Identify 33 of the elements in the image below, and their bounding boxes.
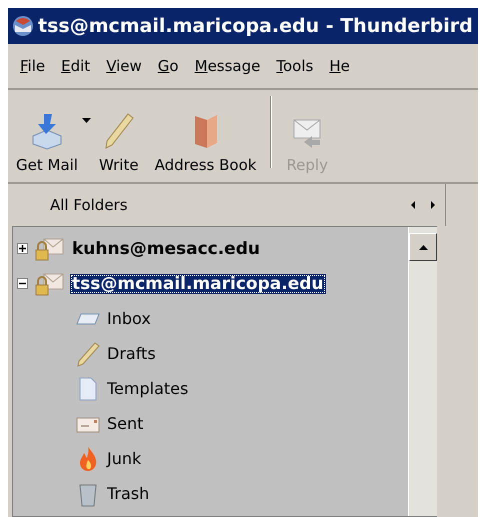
up-arrow-icon <box>418 244 428 250</box>
collapse-icon[interactable] <box>17 278 28 289</box>
folder-name[interactable]: Trash <box>107 484 150 503</box>
dropdown-caret-icon[interactable] <box>82 118 91 123</box>
folder-name[interactable]: Junk <box>107 449 142 468</box>
menu-item[interactable]: He <box>323 57 360 75</box>
left-right-arrows-icon[interactable] <box>411 201 435 209</box>
menu-item[interactable]: Message <box>188 57 270 75</box>
account-name[interactable]: kuhns@mesacc.edu <box>70 238 262 258</box>
pencil-icon <box>75 340 101 366</box>
folder-name[interactable]: Sent <box>107 414 144 433</box>
toolbar-button[interactable]: Get Mail <box>8 112 86 174</box>
window-title: tss@mcmail.maricopa.edu - Thunderbird <box>38 15 473 37</box>
menu-item[interactable]: View <box>100 57 152 75</box>
menu-item[interactable]: Tools <box>270 57 324 75</box>
account-name[interactable]: tss@mcmail.maricopa.edu <box>70 274 326 294</box>
scrollbar[interactable] <box>408 227 437 516</box>
menu-item[interactable]: Go <box>152 57 189 75</box>
expand-icon[interactable] <box>17 243 28 254</box>
menu-item[interactable]: File <box>14 57 56 75</box>
folder-name[interactable]: Drafts <box>107 344 156 363</box>
toolbar-button[interactable]: Write <box>90 112 147 174</box>
app-logo-icon <box>12 15 34 37</box>
folder-name[interactable]: Inbox <box>107 309 151 328</box>
scroll-up-button[interactable] <box>409 233 437 261</box>
inbox-tray-icon <box>30 112 64 150</box>
folder-pane-title: All Folders <box>50 196 128 214</box>
tray-icon <box>76 312 100 324</box>
locked-mail-icon <box>34 270 64 296</box>
menu-item[interactable]: Edit <box>55 57 100 75</box>
locked-mail-icon <box>34 236 64 262</box>
toolbar-button[interactable]: Address Book <box>146 112 264 174</box>
folder-name[interactable]: Templates <box>107 379 188 398</box>
